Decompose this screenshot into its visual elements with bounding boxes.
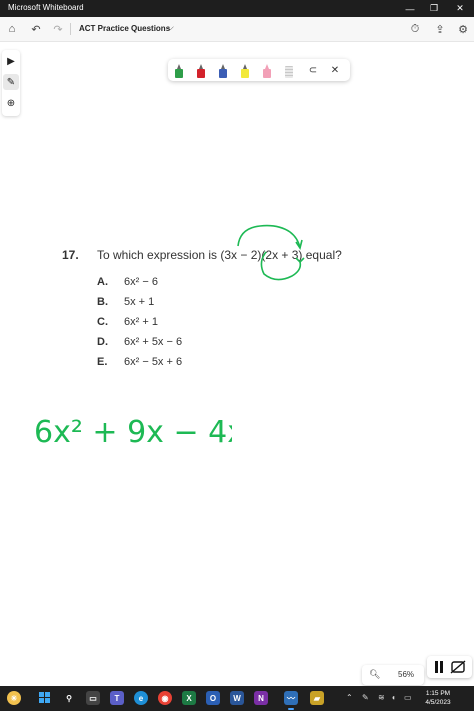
app-bar: ⌂ ↶ ↷ ACT Practice Questions ⌵ ⏱ ⇪ ⚙ [0,17,474,42]
option-letter: C. [97,316,108,328]
chrome-icon[interactable]: ◉ [158,691,172,705]
ruler[interactable] [285,64,293,78]
weather-icon[interactable]: ☀ [7,691,21,705]
timer-icon[interactable]: ⏱ [407,21,423,37]
excel-icon[interactable]: X [182,691,196,705]
onenote-icon[interactable]: N [254,691,268,705]
wifi-icon[interactable]: ≋ [378,693,385,702]
pen-green[interactable] [175,64,183,78]
handwritten-work: 6x² + 9x − 4x [34,415,232,450]
chevron-up-icon[interactable]: ⌃ [346,693,353,702]
recording-controls [427,656,472,678]
select-pointer-icon[interactable]: ▶ [3,53,19,69]
add-icon[interactable]: ⊕ [3,95,19,111]
taskbar: ☀ ⚲ ▭ T e ◉ X O W N 〰 ▰ ⌃ ✎ ≋ ◖ ▭ 1:15 P… [0,686,474,711]
whiteboard-icon[interactable]: 〰 [284,691,298,705]
inking-icon[interactable]: ✎ [3,74,19,90]
chevron-down-icon[interactable]: ⌵ [167,22,174,33]
outlook-icon[interactable]: O [206,691,220,705]
option-text: 6x² + 5x − 6 [124,336,183,348]
close-button[interactable]: ✕ [446,0,474,17]
board-title[interactable]: ACT Practice Questions [79,24,170,33]
option-text: 6x² + 1 [124,316,158,328]
handwriting-text: 6x² + 9x − 4x [34,415,232,450]
search-icon[interactable]: ⚲ [62,691,76,705]
start-icon[interactable] [38,691,52,705]
teams-icon[interactable]: T [110,691,124,705]
active-indicator [288,708,294,710]
question-number: 17. [62,248,79,262]
volume-icon[interactable]: ◖ [391,693,396,702]
left-toolbar: ▶ ✎ ⊕ [2,50,20,116]
zoom-control: 🔍︎ 56% [362,665,424,685]
pen-blue[interactable] [219,64,227,78]
eraser[interactable] [263,64,271,78]
time: 1:15 PM [425,690,451,697]
clock[interactable]: 1:15 PM 4/5/2023 [418,689,458,707]
redo-icon[interactable]: ↷ [50,21,66,37]
pause-icon [435,661,443,673]
settings-icon[interactable]: ⚙ [455,21,471,37]
undo-icon[interactable]: ↶ [28,21,44,37]
option-letter: E. [97,356,108,368]
pen-tray-icon[interactable]: ✎ [362,693,369,702]
option-letter: A. [97,276,108,288]
highlighter-yellow[interactable] [241,64,249,78]
divider [70,23,71,35]
window-title: Microsoft Whiteboard [8,3,84,12]
zoom-icon[interactable]: 🔍︎ [369,669,380,680]
zoom-value[interactable]: 56% [398,670,414,679]
option-letter: D. [97,336,108,348]
file-explorer-icon[interactable]: ▰ [310,691,324,705]
share-icon[interactable]: ⇪ [432,21,448,37]
lasso-select-icon[interactable]: ⊂ [306,62,320,78]
home-icon[interactable]: ⌂ [4,21,20,37]
option-text: 6x² − 5x + 6 [124,356,183,368]
close-icon[interactable]: ✕ [328,62,342,78]
edge-icon[interactable]: e [134,691,148,705]
date: 4/5/2023 [425,699,451,706]
option-text: 6x² − 6 [124,276,158,288]
restore-button[interactable]: ❐ [420,0,448,17]
ink-arrows [237,224,305,281]
pen-red[interactable] [197,64,205,78]
word-icon[interactable]: W [230,691,244,705]
battery-icon[interactable]: ▭ [404,693,412,702]
window-title-bar: Microsoft Whiteboard — ❐ ✕ [0,0,474,17]
option-text: 5x + 1 [124,296,155,308]
inking-toolbar: ⊂ ✕ [168,59,350,81]
option-letter: B. [97,296,108,308]
task-view-icon[interactable]: ▭ [86,691,100,705]
mute-icon [450,660,466,674]
